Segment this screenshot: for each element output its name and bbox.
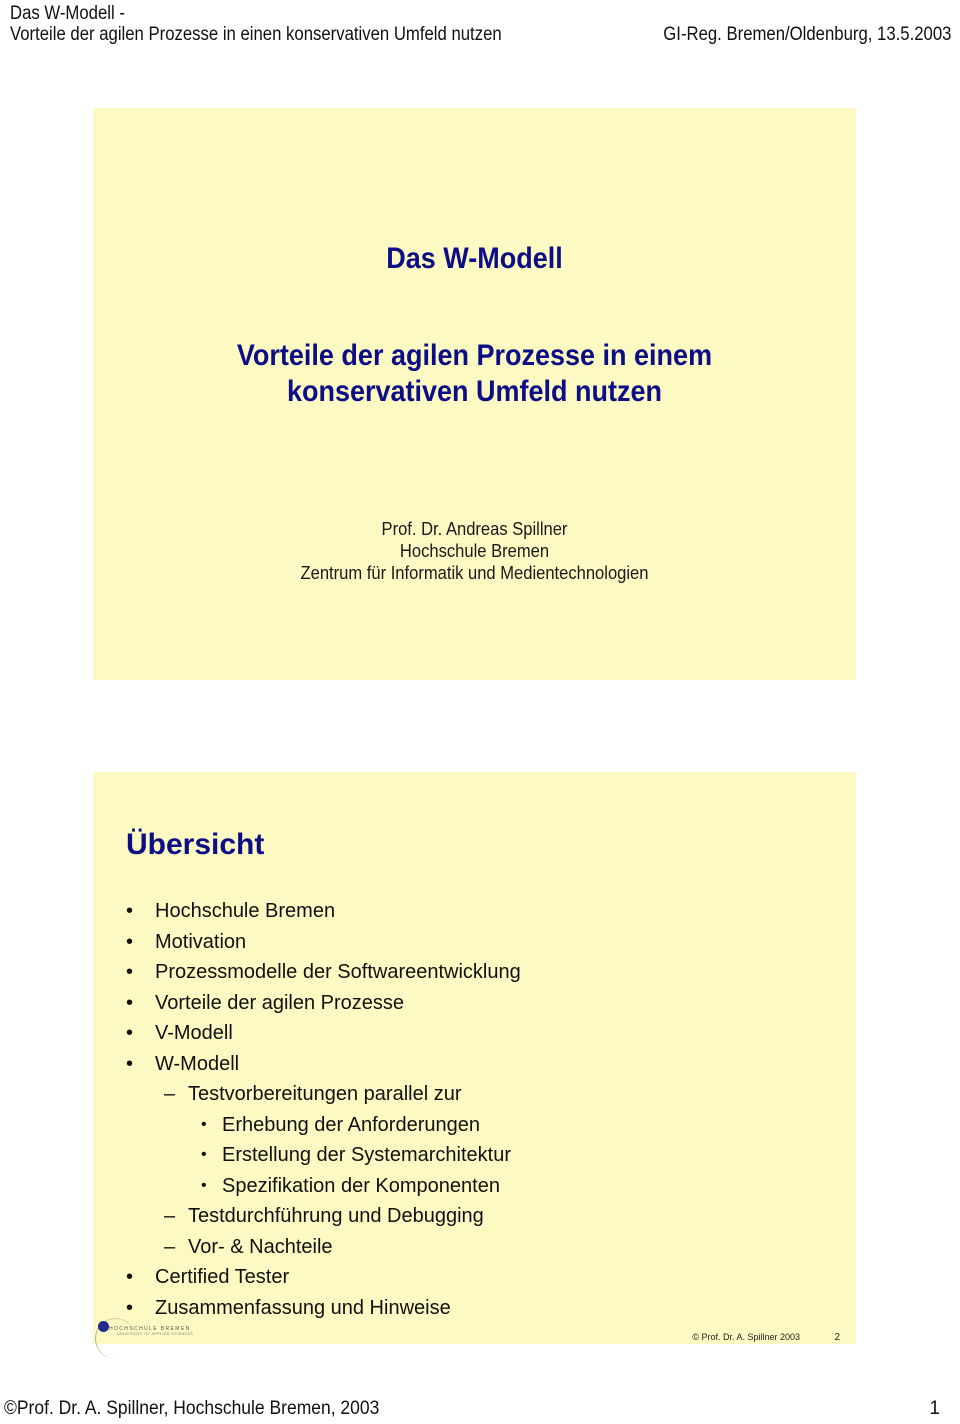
hochschule-bremen-logo: HOCHSCHULE BREMEN UNIVERSITY OF APPLIED … xyxy=(95,1316,210,1359)
bullet-icon: • xyxy=(201,1146,207,1163)
overview-item-text: Spezifikation der Komponenten xyxy=(222,1174,500,1197)
overview-item-text: Hochschule Bremen xyxy=(155,900,336,922)
overview-item-text: Erhebung der Anforderungen xyxy=(222,1113,480,1136)
overview-item-text: Certified Tester xyxy=(155,1266,290,1288)
bullet-icon: • xyxy=(126,1052,134,1075)
slide-copyright: © Prof. Dr. A. Spillner 2003 xyxy=(692,1332,800,1342)
overview-item: – Vor- & Nachteile xyxy=(126,1232,521,1263)
institution-name: Hochschule Bremen xyxy=(399,541,550,561)
overview-item: – Testdurchführung und Debugging xyxy=(126,1201,521,1232)
overview-item-text: V-Modell xyxy=(155,1022,233,1044)
slide-title: Das W-Modell Vorteile der agilen Prozess… xyxy=(93,108,856,680)
slide1-subtitle-line1: Vorteile der agilen Prozesse in einem xyxy=(236,339,713,372)
overview-item: • Hochschule Bremen xyxy=(126,896,521,927)
dash-bullet-icon: – xyxy=(164,1083,176,1105)
author-name: Prof. Dr. Andreas Spillner xyxy=(381,519,568,539)
slide1-subtitle: Vorteile der agilen Prozesse in einem ko… xyxy=(131,338,818,410)
department-name: Zentrum für Informatik und Medientechnol… xyxy=(300,563,649,583)
bullet-icon: • xyxy=(126,991,134,1014)
overview-item-text: Erstellung der Systemarchitektur xyxy=(222,1144,512,1166)
overview-item-text: Vorteile der agilen Prozesse xyxy=(155,991,405,1014)
overview-list: • Hochschule Bremen • Motivation • Prozessmod… xyxy=(126,896,521,1323)
overview-item-text: Vor- & Nachteile xyxy=(188,1235,333,1258)
slide1-title: Das W-Modell xyxy=(386,242,563,275)
bullet-icon: • xyxy=(126,900,134,922)
overview-item: • Certified Tester xyxy=(126,1262,521,1293)
header-event-date: GI-Reg. Bremen/Oldenburg, 13.5.2003 xyxy=(662,24,951,45)
header-title-line2: Vorteile der agilen Prozesse in einen ko… xyxy=(10,24,502,45)
bullet-icon: • xyxy=(126,1266,134,1288)
overview-item: • Prozessmodelle der Softwareentwicklung xyxy=(126,957,521,988)
bullet-icon: • xyxy=(201,1115,207,1133)
overview-item: • Spezifikation der Komponenten xyxy=(126,1171,521,1202)
overview-item: – Testvorbereitungen parallel zur xyxy=(126,1079,521,1110)
slide-number: 2 xyxy=(834,1332,840,1343)
overview-item-text: Testdurchführung und Debugging xyxy=(188,1205,484,1227)
slide-overview: Übersicht • Hochschule Bremen • Motivation •… xyxy=(93,772,856,1359)
overview-item-text: Testvorbereitungen parallel zur xyxy=(188,1083,462,1105)
slide1-subtitle-line2: konservativen Umfeld nutzen xyxy=(286,375,663,408)
dash-bullet-icon: – xyxy=(164,1235,176,1258)
overview-item: • W-Modell xyxy=(126,1049,521,1080)
bullet-icon: • xyxy=(126,1022,134,1044)
overview-item-text: Prozessmodelle der Softwareentwicklung xyxy=(155,961,521,983)
logo-dot-icon xyxy=(98,1321,109,1332)
page-number: 1 xyxy=(929,1398,940,1419)
overview-item-text: W-Modell xyxy=(155,1052,240,1075)
overview-item: • Erhebung der Anforderungen xyxy=(126,1110,521,1141)
dash-bullet-icon: – xyxy=(164,1205,176,1227)
overview-item: • V-Modell xyxy=(126,1018,521,1049)
overview-item: • Erstellung der Systemarchitektur xyxy=(126,1140,521,1171)
page-footer-copyright: ©Prof. Dr. A. Spillner, Hochschule Breme… xyxy=(4,1398,380,1419)
bullet-icon: • xyxy=(126,930,134,953)
overview-item: • Vorteile der agilen Prozesse xyxy=(126,988,521,1019)
bullet-icon: • xyxy=(201,1176,207,1194)
overview-item-text: Motivation xyxy=(155,930,247,953)
slide2-title: Übersicht xyxy=(126,828,265,861)
slide1-author-block: Prof. Dr. Andreas Spillner Hochschule Br… xyxy=(124,518,826,584)
overview-item: • Motivation xyxy=(126,927,521,958)
logo-subtitle: UNIVERSITY OF APPLIED SCIENCES xyxy=(117,1332,194,1336)
bullet-icon: • xyxy=(126,961,134,983)
